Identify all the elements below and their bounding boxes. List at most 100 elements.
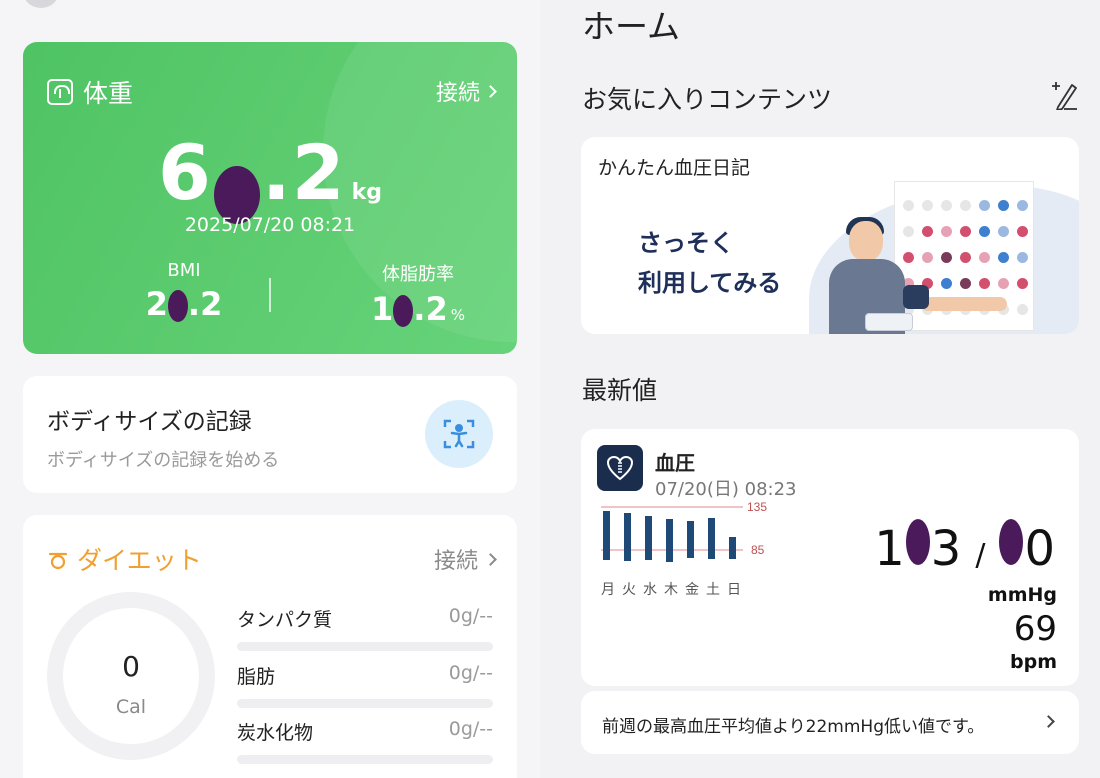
heart-icon — [597, 445, 643, 491]
calendar-day-mark — [960, 200, 971, 211]
pulse-unit: bpm — [1010, 651, 1057, 673]
pulse-value: 69 — [1013, 609, 1057, 649]
systolic-suffix: 3 — [930, 521, 962, 577]
bp-title: 血圧 — [655, 451, 695, 475]
bmi-value: 2.2 — [109, 285, 259, 323]
bp-cuff-illustration — [903, 285, 929, 309]
page-title: ホーム — [582, 7, 681, 46]
weekday-label: 木 — [664, 582, 678, 598]
nutrient-progress-bar — [237, 642, 493, 651]
ref-low-label: 85 — [751, 543, 765, 557]
diastolic-suffix: 0 — [1024, 521, 1055, 577]
weight-unit: kg — [351, 180, 383, 205]
body-fat-value: 1 .2% — [333, 290, 503, 328]
weight-card[interactable]: 体重 接続 6.2 kg 2025/07/20 08:21 BMI 2.2 体脂肪… — [23, 42, 517, 354]
person-illustration — [849, 221, 883, 261]
weekday-label: 月 — [601, 582, 615, 598]
bp-monitor-illustration — [865, 313, 913, 331]
calendar-day-mark — [998, 200, 1009, 211]
nutrient-name: 炭水化物 — [237, 722, 314, 744]
bmi-value-prefix: 2 — [145, 285, 168, 323]
calendar-day-mark — [979, 278, 990, 289]
calendar-day-mark — [922, 200, 933, 211]
calendar-day-mark — [903, 200, 914, 211]
redaction-mark — [167, 290, 188, 322]
calendar-day-mark — [960, 252, 971, 263]
weight-card-header: 体重 — [47, 74, 133, 110]
calendar-day-mark — [1017, 252, 1028, 263]
nutrient-fat: 脂肪 0g/-- — [237, 662, 493, 708]
body-scan-icon — [443, 419, 475, 449]
weekday-label: 日 — [727, 582, 741, 598]
bp-diary-banner[interactable]: かんたん血圧日記 さっそく 利用してみる — [581, 137, 1079, 334]
bp-datetime: 07/20(日) 08:23 — [655, 479, 797, 500]
calendar-day-mark — [1017, 226, 1028, 237]
latest-values-title: 最新値 — [582, 376, 658, 405]
nutrient-name: 脂肪 — [237, 666, 276, 688]
weight-connect-button[interactable]: 接続 — [436, 75, 497, 107]
bp-bar — [666, 519, 673, 562]
calendar-day-mark — [1017, 304, 1028, 315]
bmi-value-suffix: .2 — [187, 285, 223, 323]
nutrient-progress-bar — [237, 755, 493, 764]
bp-reading: 13 / 0 — [874, 519, 1055, 577]
redaction-mark — [999, 519, 1024, 565]
avatar[interactable] — [24, 0, 58, 8]
calendar-day-mark — [922, 226, 933, 237]
bp-bar — [624, 513, 631, 561]
calendar-day-mark — [941, 200, 952, 211]
diet-card[interactable]: ダイエット 接続 0 Cal タンパク質 0g/-- 脂肪 0g/-- 炭水化物 0g… — [23, 515, 517, 778]
body-fat-unit: % — [450, 306, 465, 324]
comparison-text: 前週の最高血圧平均値より22mmHg低い値です。 — [602, 717, 985, 737]
body-fat-value-prefix: 1 — [371, 290, 394, 328]
chevron-right-icon — [484, 552, 497, 566]
bmi-stat: BMI 2.2 — [109, 260, 259, 323]
calendar-day-mark — [979, 252, 990, 263]
diet-header: ダイエット — [47, 541, 202, 577]
systolic-prefix: 1 — [874, 521, 905, 577]
body-size-title: ボディサイズの記録 — [47, 409, 252, 435]
pressure-unit: mmHg — [987, 584, 1057, 606]
bp-bar — [603, 511, 610, 560]
weekday-label: 金 — [685, 582, 699, 598]
chevron-right-icon — [484, 84, 497, 98]
nutrient-protein: タンパク質 0g/-- — [237, 605, 493, 651]
chevron-right-icon — [1042, 715, 1055, 728]
calendar-day-mark — [1017, 278, 1028, 289]
person-illustration — [921, 297, 1007, 311]
weekday-label: 火 — [622, 582, 636, 598]
calendar-day-mark — [1017, 200, 1028, 211]
calorie-value: 0 — [122, 650, 140, 683]
calendar-day-mark — [922, 252, 933, 263]
bp-comparison-message[interactable]: 前週の最高血圧平均値より22mmHg低い値です。 — [581, 691, 1079, 754]
favorites-title: お気に入りコンテンツ — [582, 85, 833, 114]
calendar-day-mark — [979, 226, 990, 237]
diet-connect-button[interactable]: 接続 — [434, 543, 497, 575]
calendar-day-mark — [903, 226, 914, 237]
body-fat-value-suffix: .2 — [413, 290, 448, 328]
nutrient-value: 0g/-- — [448, 605, 493, 627]
weight-value-suffix: .2 — [261, 128, 346, 217]
calendar-day-mark — [960, 278, 971, 289]
body-size-card[interactable]: ボディサイズの記録 ボディサイズの記録を始める — [23, 376, 517, 493]
weight-value: 6 .2 kg — [23, 128, 517, 224]
weekday-label: 水 — [643, 582, 657, 598]
edit-favorites-icon[interactable] — [1050, 80, 1078, 110]
body-scan-button[interactable] — [425, 400, 493, 468]
stat-divider — [269, 278, 271, 312]
calendar-day-mark — [979, 200, 990, 211]
banner-cta-line2: 利用してみる — [638, 269, 782, 297]
calendar-day-mark — [998, 252, 1009, 263]
weight-value-prefix: 6 — [157, 128, 212, 217]
weight-title: 体重 — [83, 79, 134, 108]
bmi-label: BMI — [167, 260, 201, 281]
nutrient-value: 0g/-- — [448, 662, 493, 684]
nutrient-value: 0g/-- — [448, 718, 493, 740]
blood-pressure-card[interactable]: 血圧 07/20(日) 08:23 135 85 月 火 水 木 金 土 日 1… — [581, 429, 1079, 686]
weight-datetime: 2025/07/20 08:21 — [184, 214, 356, 236]
calendar-day-mark — [941, 278, 952, 289]
bp-weekly-chart: 135 85 — [601, 500, 767, 562]
body-fat-stat: 体脂肪率 1 .2% — [333, 260, 503, 328]
banner-cta-line1: さっそく — [638, 229, 734, 257]
left-panel: 体重 接続 6.2 kg 2025/07/20 08:21 BMI 2.2 体脂肪… — [0, 0, 540, 778]
